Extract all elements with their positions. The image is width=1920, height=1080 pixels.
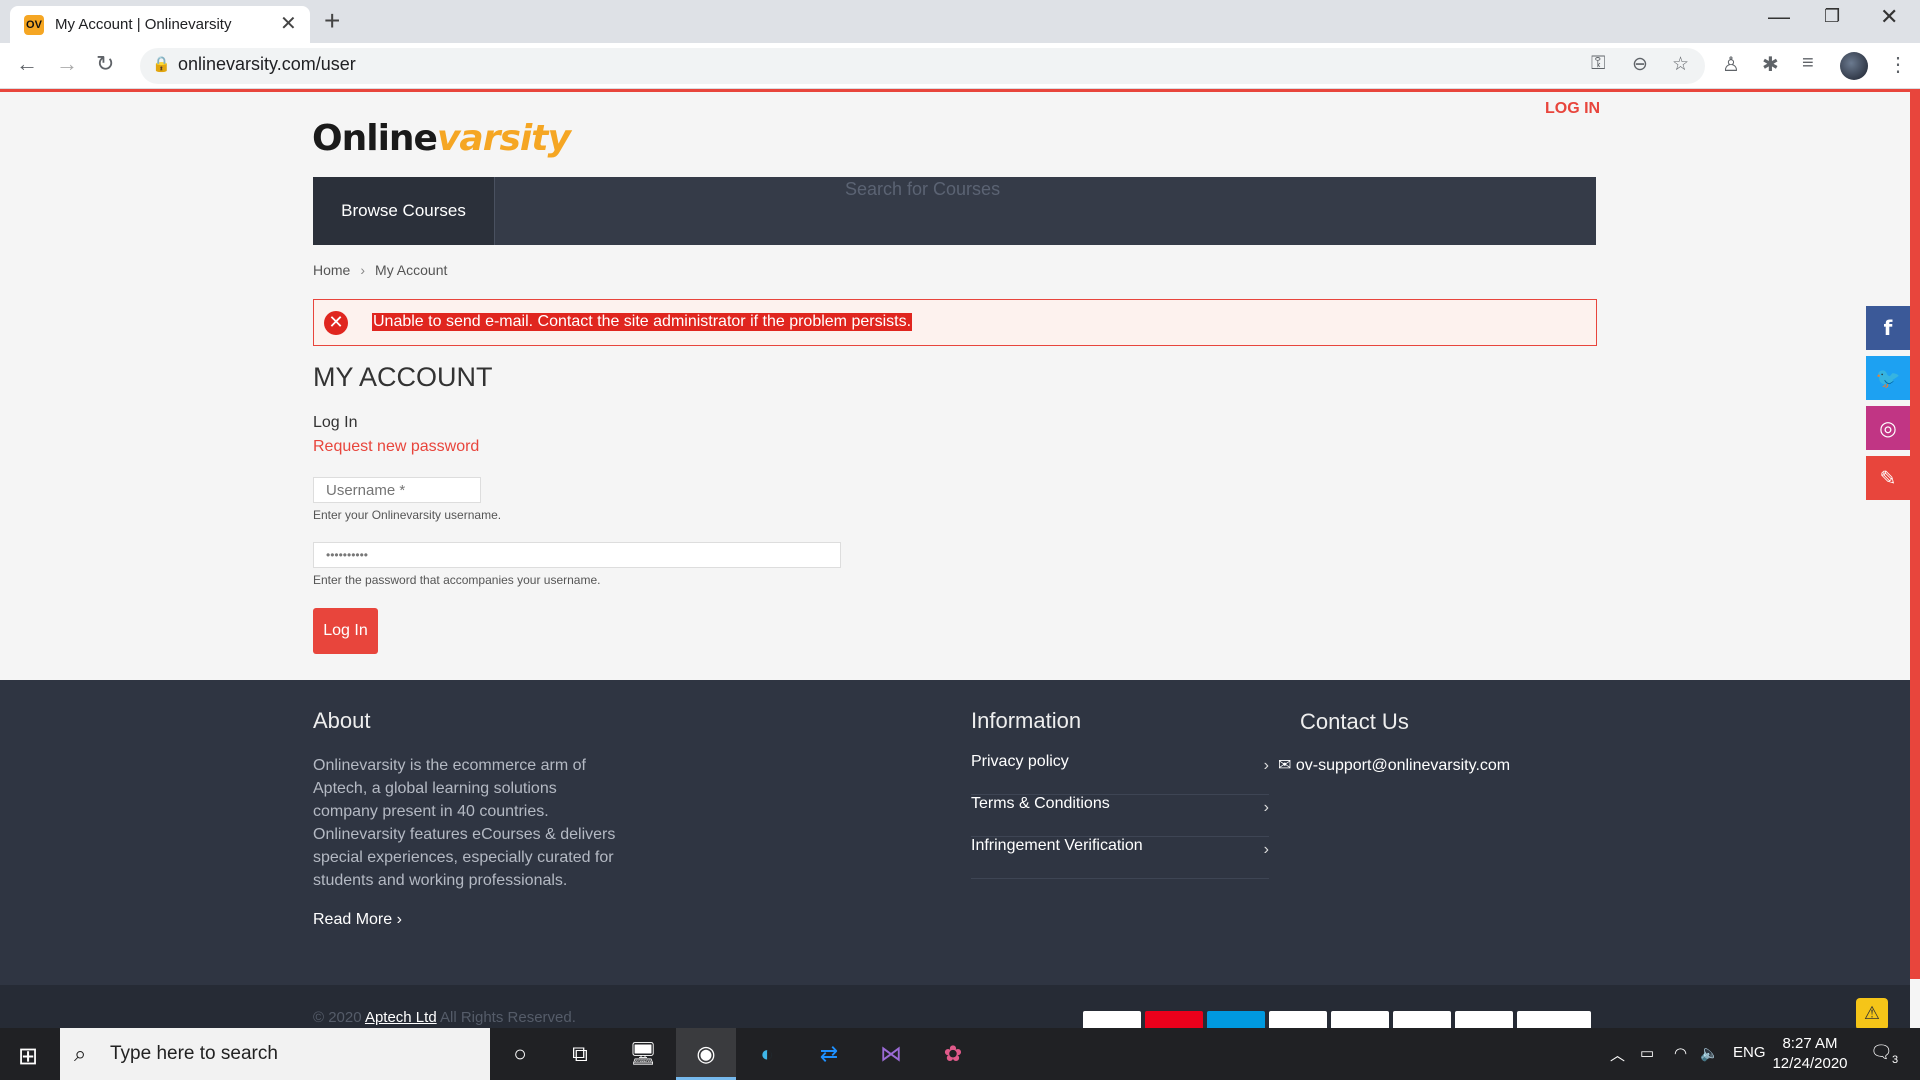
battery-icon[interactable]: ▭ <box>1640 1044 1654 1062</box>
tab-close-icon[interactable]: ✕ <box>280 11 297 36</box>
privacy-policy-link[interactable]: Privacy policy › <box>971 753 1269 795</box>
subfooter: © 2020 Aptech Ltd All Rights Reserved. <box>0 985 1910 1028</box>
omnibox[interactable] <box>140 48 1705 84</box>
chevron-right-icon: › <box>1263 841 1269 858</box>
page-title: MY ACCOUNT <box>313 362 493 392</box>
edge-icon[interactable]: ◐ <box>752 1041 782 1069</box>
contact-email[interactable]: ✉ ov-support@onlinevarsity.com <box>1278 755 1510 775</box>
file-explorer-icon[interactable]: 🖥 <box>628 1041 658 1069</box>
breadcrumb-separator: › <box>360 262 366 278</box>
terms-link[interactable]: Terms & Conditions › <box>971 795 1269 837</box>
footer: About Onlinevarsity is the ecommerce arm… <box>0 680 1910 1028</box>
read-more-link[interactable]: Read More › <box>313 911 402 929</box>
forward-icon[interactable]: → <box>56 51 78 77</box>
reload-icon[interactable]: ↻ <box>96 51 114 77</box>
volume-icon[interactable]: 🔈 <box>1700 1044 1719 1062</box>
zoom-icon[interactable]: ⊖ <box>1632 53 1648 76</box>
media-icon[interactable]: ≡ <box>1802 52 1814 75</box>
url-text[interactable]: onlinevarsity.com/user <box>178 54 356 75</box>
error-alert: ✕ Unable to send e-mail. Contact the sit… <box>313 299 1597 346</box>
windows-start-icon[interactable]: ⊞ <box>18 1042 38 1071</box>
tray-chevron-icon[interactable]: ︿ <box>1610 1044 1625 1065</box>
taskbar-search[interactable]: ⌕ Type here to search <box>60 1028 490 1080</box>
browser-tab-bar: OV My Account | Onlinevarsity ✕ + — ❐ ✕ <box>0 0 1920 43</box>
key-icon[interactable]: ⚿ <box>1591 53 1605 75</box>
menu-icon[interactable]: ⋮ <box>1888 52 1908 77</box>
address-bar-row: ← → ↻ 🔒 onlinevarsity.com/user ⚿ ⊖ ☆ ♙ ✱… <box>0 43 1920 89</box>
breadcrumb: Home › My Account <box>313 262 447 278</box>
back-icon[interactable]: ← <box>16 51 38 77</box>
password-field[interactable] <box>313 542 841 568</box>
new-tab-icon[interactable]: + <box>324 5 340 37</box>
mastercard-icon <box>1145 1011 1203 1028</box>
username-help: Enter your Onlinevarsity username. <box>313 508 502 522</box>
payment-card-icon <box>1331 1011 1389 1028</box>
scrollbar[interactable] <box>1910 89 1920 979</box>
minimize-icon[interactable]: — <box>1768 4 1790 30</box>
twitter-icon[interactable]: 🐦 <box>1866 356 1910 400</box>
clock[interactable]: 8:27 AM 12/24/2020 <box>1760 1034 1860 1074</box>
notification-count: 3 <box>1892 1054 1899 1066</box>
username-field[interactable] <box>313 477 481 503</box>
search-icon: ⌕ <box>74 1041 87 1066</box>
error-icon: ✕ <box>324 311 348 335</box>
chevron-right-icon: › <box>1263 757 1269 774</box>
app-icon[interactable]: ✿ <box>938 1041 968 1069</box>
task-view-icon[interactable]: ⧉ <box>565 1041 595 1069</box>
taskbar: ⊞ ⌕ Type here to search ○ ⧉ 🖥 ◉ ◐ ⇄ ⋈ ✿ … <box>0 1028 1920 1080</box>
header-login-link[interactable]: LOG IN <box>1545 100 1600 118</box>
lock-icon[interactable]: 🔒 <box>152 55 171 73</box>
close-window-icon[interactable]: ✕ <box>1880 4 1898 30</box>
payment-card-icon <box>1455 1011 1513 1028</box>
wifi-icon[interactable]: ◠ <box>1674 1044 1687 1062</box>
course-search-input[interactable]: Search for Courses <box>845 179 1000 200</box>
page: LOG IN Onlinevarsity Browse Courses Sear… <box>0 92 1910 1028</box>
chevron-right-icon: › <box>396 911 402 928</box>
chevron-right-icon: › <box>1263 799 1269 816</box>
edit-feedback-icon[interactable]: ✎ <box>1866 456 1910 500</box>
footer-about-text: Onlinevarsity is the ecommerce arm of Ap… <box>313 757 616 889</box>
login-button[interactable]: Log In <box>313 608 378 654</box>
infringement-link[interactable]: Infringement Verification › <box>971 837 1269 879</box>
breadcrumb-current: My Account <box>375 262 448 278</box>
footer-contact-heading: Contact Us <box>1300 709 1409 734</box>
footer-info-heading: Information <box>971 708 1082 733</box>
teamviewer-icon[interactable]: ⇄ <box>814 1041 844 1069</box>
aptech-link[interactable]: Aptech Ltd <box>365 1009 437 1026</box>
restore-icon[interactable]: ❐ <box>1824 6 1840 27</box>
breadcrumb-home[interactable]: Home <box>313 262 350 278</box>
notification-icon[interactable]: 🗨 <box>1870 1042 1893 1063</box>
payment-card-icon <box>1269 1011 1327 1028</box>
copyright: © 2020 Aptech Ltd All Rights Reserved. <box>313 1009 576 1026</box>
mail-icon: ✉ <box>1278 757 1292 774</box>
footer-about-heading: About <box>313 708 371 733</box>
facebook-icon[interactable]: f <box>1866 306 1910 350</box>
chrome-icon: ◉ <box>696 1041 716 1066</box>
taskbar-search-text: Type here to search <box>110 1043 278 1064</box>
visual-studio-icon[interactable]: ⋈ <box>876 1041 906 1069</box>
warning-icon[interactable]: ⚠ <box>1856 998 1888 1028</box>
payment-card-icon <box>1393 1011 1451 1028</box>
profile-extension-icon[interactable]: ♙ <box>1722 52 1740 77</box>
payment-card-icon <box>1517 1011 1591 1028</box>
cortana-icon[interactable]: ○ <box>505 1041 535 1069</box>
instagram-icon[interactable]: ◎ <box>1866 406 1910 450</box>
payment-card-icon <box>1083 1011 1141 1028</box>
browse-courses-button[interactable]: Browse Courses <box>313 177 495 245</box>
avatar[interactable] <box>1840 52 1868 80</box>
tab-login[interactable]: Log In <box>313 414 357 432</box>
maestro-icon <box>1207 1011 1265 1028</box>
favicon-icon: OV <box>24 15 44 35</box>
password-help: Enter the password that accompanies your… <box>313 573 601 587</box>
star-icon[interactable]: ☆ <box>1672 53 1689 76</box>
main-nav: Browse Courses Search for Courses <box>313 177 1596 245</box>
extensions-icon[interactable]: ✱ <box>1762 52 1779 77</box>
browser-tab[interactable]: OV My Account | Onlinevarsity ✕ <box>10 6 310 43</box>
request-password-link[interactable]: Request new password <box>313 438 479 456</box>
alert-message: Unable to send e-mail. Contact the site … <box>372 313 913 331</box>
tab-title: My Account | Onlinevarsity <box>55 16 232 33</box>
site-logo[interactable]: Onlinevarsity <box>312 118 571 159</box>
